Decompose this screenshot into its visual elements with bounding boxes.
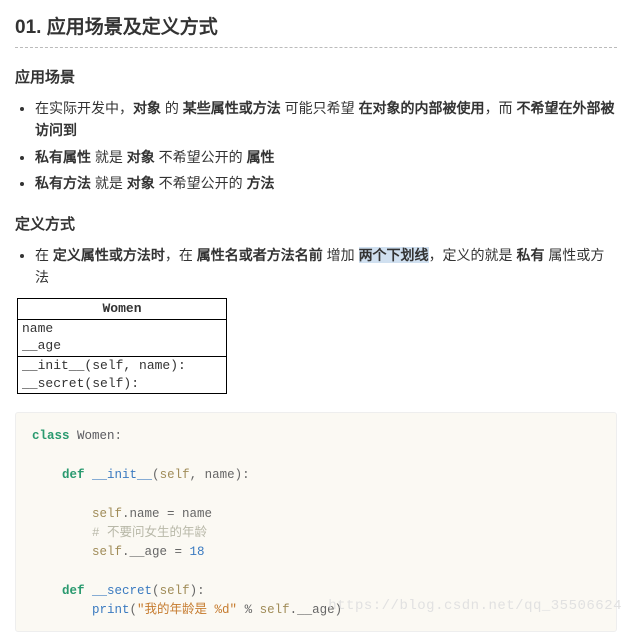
code-comment: # 不要问女生的年龄 [92,526,207,540]
bold: 私有方法 [35,175,91,191]
list-item: 在实际开发中，对象 的 某些属性或方法 可能只希望 在对象的内部被使用，而 不希… [35,97,617,142]
page-title: 01. 应用场景及定义方式 [15,12,617,48]
code-fn: __secret [85,584,153,598]
bold: 对象 [127,149,155,165]
code-text: : [115,429,123,443]
code-self: self [92,545,122,559]
bold: 属性 [247,149,275,165]
code-text: .__age) [290,603,343,617]
code-text: ): [190,584,205,598]
bold: 私有属性 [35,149,91,165]
text: 就是 [91,149,127,165]
bold: 在对象的内部被使用 [359,100,485,116]
code-fn: print [92,603,130,617]
section-define-title: 定义方式 [15,213,617,234]
code-keyword: def [62,468,85,482]
list-item: 私有方法 就是 对象 不希望公开的 方法 [35,172,617,194]
code-text: ( [130,603,138,617]
diagram-attributes: name __age [18,320,226,357]
text: 在 [35,247,53,263]
bold: 对象 [127,175,155,191]
text: 在实际开发中， [35,100,133,116]
code-self: self [160,584,190,598]
class-diagram: Women name __age __init__(self, name): _… [17,298,227,394]
code-number: 18 [190,545,205,559]
code-fn: __init__ [85,468,153,482]
bold: 属性名或者方法名前 [197,247,323,263]
text: ，定义的就是 [429,247,517,263]
code-self: self [260,603,290,617]
diagram-line: name [22,320,222,338]
diagram-line: __secret(self): [22,375,222,393]
diagram-line: __age [22,337,222,355]
code-text: % [237,603,260,617]
code-block: class Women: def __init__(self, name): s… [15,412,617,632]
text: 就是 [91,175,127,191]
diagram-methods: __init__(self, name): __secret(self): [18,357,226,393]
text: 可能只希望 [281,100,359,116]
code-text: , name): [190,468,250,482]
bold: 定义属性或方法时 [53,247,165,263]
text: ，在 [165,247,197,263]
bold: 私有 [516,247,544,263]
text: 的 [161,100,183,116]
list-item: 私有属性 就是 对象 不希望公开的 属性 [35,146,617,168]
text: 不希望公开的 [155,149,247,165]
define-list: 在 定义属性或方法时，在 属性名或者方法名前 增加 两个下划线，定义的就是 私有… [15,244,617,289]
diagram-title: Women [18,299,226,320]
code-self: self [92,507,122,521]
text: 增加 [323,247,359,263]
code-text: ( [152,468,160,482]
text: ，而 [485,100,517,116]
code-text: .name = name [122,507,212,521]
code-text: .__age = [122,545,190,559]
bold: 对象 [133,100,161,116]
code-classname: Women [70,429,115,443]
list-item: 在 定义属性或方法时，在 属性名或者方法名前 增加 两个下划线，定义的就是 私有… [35,244,617,289]
diagram-line: __init__(self, name): [22,357,222,375]
highlight-two-underscores: 两个下划线 [359,247,429,263]
bold: 方法 [247,175,275,191]
bold: 某些属性或方法 [183,100,281,116]
usage-list: 在实际开发中，对象 的 某些属性或方法 可能只希望 在对象的内部被使用，而 不希… [15,97,617,195]
text: 不希望公开的 [155,175,247,191]
code-keyword: class [32,429,70,443]
code-text: ( [152,584,160,598]
code-string: "我的年龄是 %d" [137,603,237,617]
section-usage-title: 应用场景 [15,66,617,87]
code-keyword: def [62,584,85,598]
code-self: self [160,468,190,482]
